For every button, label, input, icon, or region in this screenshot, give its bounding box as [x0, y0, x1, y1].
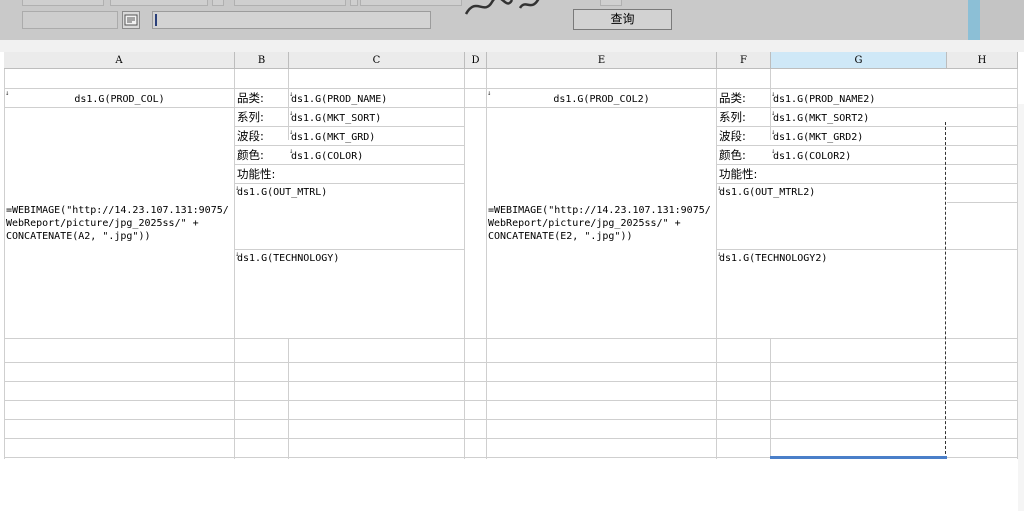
text-caret [155, 14, 157, 26]
cell-g5[interactable]: ds1.G(COLOR2) [773, 150, 851, 163]
cell-b3-label[interactable]: 系列: [237, 111, 264, 124]
cell-g3[interactable]: ds1.G(MKT_SORT2) [773, 112, 869, 125]
toolbar-gap [0, 40, 1024, 52]
cell-b5-label[interactable]: 颜色: [237, 149, 264, 162]
grid-line [4, 419, 1018, 420]
grid-line [716, 183, 1018, 184]
cell-a3-formula[interactable]: =WEBIMAGE("http://14.23.107.131:9075/ We… [6, 204, 229, 243]
cell-a2[interactable]: ds1.G(PROD_COL) [5, 93, 234, 106]
panel-side [980, 0, 1024, 40]
expression-input[interactable] [152, 11, 431, 29]
grid-line [234, 164, 464, 165]
grid-line [288, 338, 289, 459]
panel-divider [968, 0, 980, 40]
cell-c4[interactable]: ds1.G(MKT_GRD) [291, 131, 375, 144]
column-header-f[interactable]: F [717, 52, 771, 69]
toolbar-ghost-field [22, 0, 104, 6]
column-header-c[interactable]: C [289, 52, 465, 69]
cell-c2[interactable]: ds1.G(PROD_NAME) [291, 93, 387, 106]
grid-line [4, 438, 1018, 439]
column-header-b[interactable]: B [235, 52, 289, 69]
cell-b7[interactable]: ds1.G(OUT_MTRL) [237, 186, 327, 199]
grid-line [4, 381, 1018, 382]
toolbar-ghost-field [212, 0, 224, 6]
column-header-h[interactable]: H [947, 52, 1018, 69]
grid-line [716, 145, 1018, 146]
cell-g2[interactable]: ds1.G(PROD_NAME2) [773, 93, 875, 106]
grid-line [716, 126, 1018, 127]
column-header-d[interactable]: D [465, 52, 487, 69]
cell-f7[interactable]: ds1.G(OUT_MTRL2) [719, 186, 815, 199]
cell-f3-label[interactable]: 系列: [719, 111, 746, 124]
cell-c3[interactable]: ds1.G(MKT_SORT) [291, 112, 381, 125]
column-header-g[interactable]: G [771, 52, 947, 69]
cell-f2-label[interactable]: 品类: [719, 92, 746, 105]
cell-b4-label[interactable]: 波段: [237, 130, 264, 143]
grid-line [4, 88, 1018, 89]
cell-b8[interactable]: ds1.G(TECHNOLOGY) [237, 252, 339, 265]
cell-f6-label[interactable]: 功能性: [719, 168, 757, 181]
formula-editor-icon[interactable] [122, 11, 140, 29]
grid-line [716, 164, 1018, 165]
grid-line [4, 107, 1018, 108]
cell-c5[interactable]: ds1.G(COLOR) [291, 150, 363, 163]
grid-line [716, 249, 1018, 250]
cell-e2[interactable]: ds1.G(PROD_COL2) [487, 93, 716, 106]
grid-line [4, 400, 1018, 401]
toolbar-ghost-field [350, 0, 358, 6]
query-button[interactable]: 查询 [573, 9, 672, 30]
spreadsheet-grid[interactable]: A B C D E F G H ↓ ↓ ↓ ↓ ↓ ↓ ↓ ↓ ↓ ↓ ↓ ↓ … [0, 52, 1024, 511]
column-header-a[interactable]: A [4, 52, 235, 69]
cell-f8[interactable]: ds1.G(TECHNOLOGY2) [719, 252, 827, 265]
page-break-line [945, 122, 946, 459]
grid-line [234, 126, 464, 127]
cell-address-field[interactable] [22, 11, 118, 29]
cell-f5-label[interactable]: 颜色: [719, 149, 746, 162]
column-header-e[interactable]: E [487, 52, 717, 69]
grid-line [770, 338, 771, 459]
signature-logo-icon [464, 0, 540, 15]
cell-f4-label[interactable]: 波段: [719, 130, 746, 143]
cell-g4[interactable]: ds1.G(MKT_GRD2) [773, 131, 863, 144]
grid-line [234, 145, 464, 146]
grid-line [234, 183, 464, 184]
grid-line [234, 249, 464, 250]
toolbar: 查询 [0, 0, 1024, 40]
grid-line [4, 338, 1018, 339]
grid-line [4, 362, 1018, 363]
cell-b2-label[interactable]: 品类: [237, 92, 264, 105]
toolbar-ghost-field [234, 0, 346, 6]
grid-line [947, 202, 1018, 203]
toolbar-ghost-field [360, 0, 462, 6]
cell-b6-label[interactable]: 功能性: [237, 168, 275, 181]
toolbar-ghost-field [110, 0, 208, 6]
vertical-scrollbar[interactable] [1018, 104, 1024, 511]
toolbar-ghost-field [600, 0, 622, 6]
cell-e3-formula[interactable]: =WEBIMAGE("http://14.23.107.131:9075/ We… [488, 204, 711, 243]
